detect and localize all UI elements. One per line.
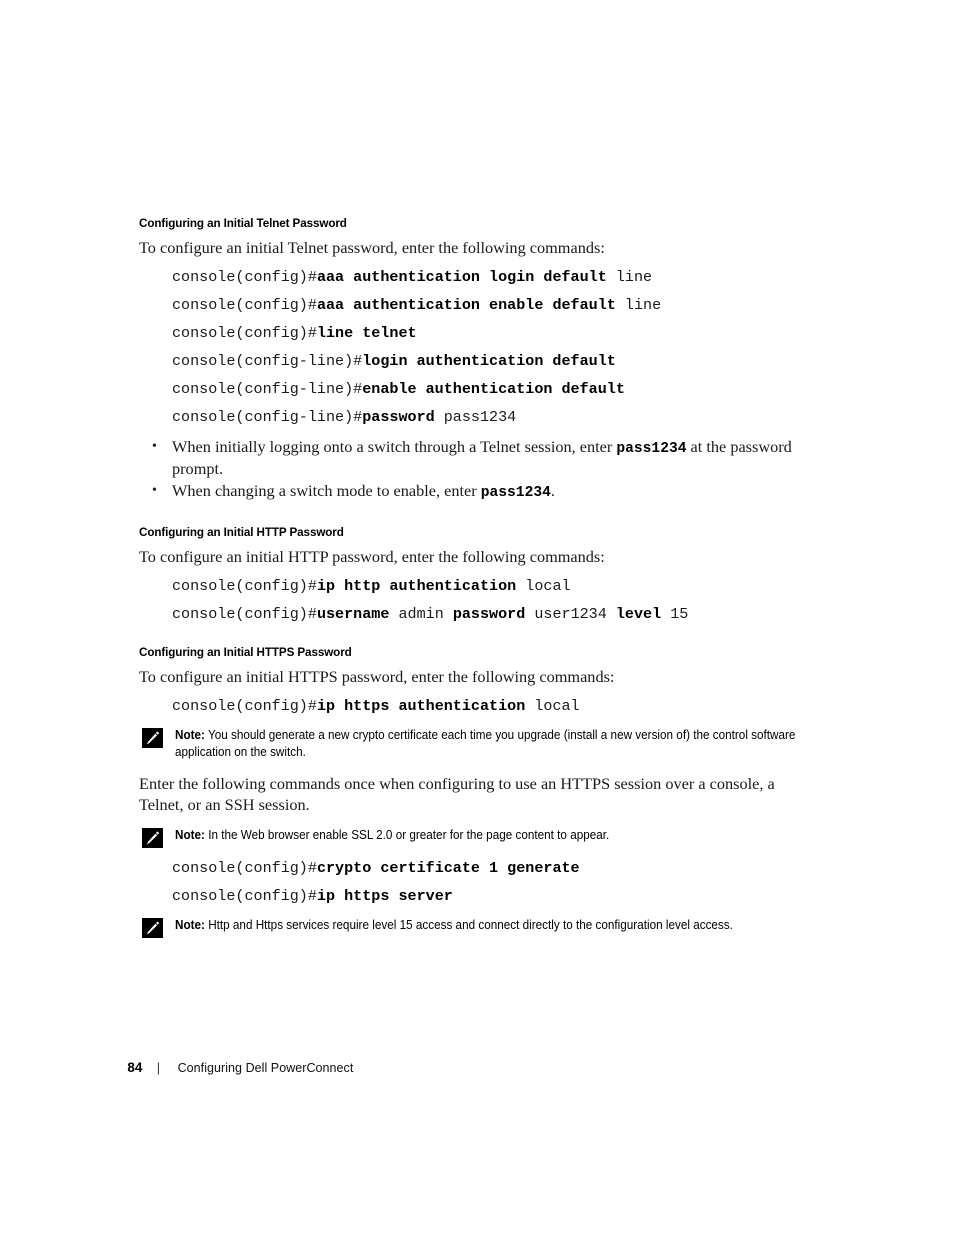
command-line: console(config)#aaa authentication enabl… bbox=[172, 297, 814, 314]
command-prompt: console(config)# bbox=[172, 577, 317, 595]
command-prompt: console(config)# bbox=[172, 859, 317, 877]
telnet-bullet-list: • When initially logging onto a switch th… bbox=[139, 437, 814, 503]
section-heading-http: Configuring an Initial HTTP Password bbox=[139, 525, 344, 539]
page-content: Configuring an Initial Telnet Password T… bbox=[139, 216, 814, 939]
bullet-inline-code: pass1234 bbox=[616, 441, 687, 457]
command-prompt: console(config)# bbox=[172, 887, 317, 905]
command-keyword: line telnet bbox=[316, 324, 417, 342]
note-pencil-icon bbox=[142, 728, 163, 748]
note-body: You should generate a new crypto certifi… bbox=[175, 728, 796, 759]
section-https: Configuring an Initial HTTPS Password To… bbox=[139, 645, 814, 715]
command-prompt: console(config)# bbox=[172, 697, 317, 715]
note-pencil-icon bbox=[142, 828, 163, 848]
command-argument: admin bbox=[389, 605, 453, 623]
command-keyword: ip https server bbox=[316, 887, 453, 905]
command-keyword: ip https authentication bbox=[316, 697, 526, 715]
page-footer: 84 | Configuring Dell PowerConnect bbox=[127, 1060, 359, 1076]
section-intro-https: To configure an initial HTTPS password, … bbox=[139, 667, 615, 686]
command-line: console(config)#line telnet bbox=[172, 325, 814, 342]
note-label: Note: bbox=[175, 728, 205, 742]
command-keyword: login authentication default bbox=[362, 352, 616, 370]
bullet-icon: • bbox=[152, 439, 157, 454]
section-intro-telnet: To configure an initial Telnet password,… bbox=[139, 238, 605, 257]
command-prompt: console(config)# bbox=[172, 605, 317, 623]
https-session-paragraph: Enter the following commands once when c… bbox=[139, 774, 775, 814]
note-text: Note: In the Web browser enable SSL 2.0 … bbox=[175, 827, 811, 844]
command-line: console(config)#ip https authentication … bbox=[172, 698, 814, 715]
bullet-text-pre: When changing a switch mode to enable, e… bbox=[172, 481, 481, 500]
list-item: • When changing a switch mode to enable, … bbox=[139, 481, 814, 503]
command-argument: line bbox=[606, 268, 653, 286]
note-body: In the Web browser enable SSL 2.0 or gre… bbox=[204, 828, 610, 842]
document-page: Configuring an Initial Telnet Password T… bbox=[0, 0, 954, 1235]
note-text: Note: You should generate a new crypto c… bbox=[175, 727, 811, 760]
command-argument: line bbox=[615, 296, 662, 314]
command-prompt: console(config-line)# bbox=[172, 408, 363, 426]
note-label: Note: bbox=[175, 918, 205, 932]
command-keyword: username bbox=[316, 605, 390, 623]
note-callout: Note: Http and Https services require le… bbox=[139, 917, 814, 939]
command-line: console(config)#username admin password … bbox=[172, 606, 814, 623]
note-callout: Note: You should generate a new crypto c… bbox=[139, 727, 814, 760]
page-number: 84 bbox=[127, 1060, 143, 1076]
command-line: console(config-line)#login authenticatio… bbox=[172, 353, 814, 370]
command-argument: 15 bbox=[661, 605, 689, 623]
command-line: console(config)#ip http authentication l… bbox=[172, 578, 814, 595]
command-line: console(config)#aaa authentication login… bbox=[172, 269, 814, 286]
command-keyword: aaa authentication enable default bbox=[316, 296, 616, 314]
command-keyword: ip http authentication bbox=[316, 577, 517, 595]
command-prompt: console(config)# bbox=[172, 268, 317, 286]
command-keyword: aaa authentication login default bbox=[316, 268, 607, 286]
note-body: Http and Https services require level 15… bbox=[204, 918, 733, 932]
footer-chapter-title: Configuring Dell PowerConnect bbox=[177, 1060, 354, 1075]
bullet-text-post: . bbox=[550, 481, 555, 500]
list-item: • When initially logging onto a switch th… bbox=[139, 437, 814, 479]
command-argument: local bbox=[516, 577, 571, 595]
note-callout: Note: In the Web browser enable SSL 2.0 … bbox=[139, 827, 814, 849]
section-heading-telnet: Configuring an Initial Telnet Password bbox=[139, 216, 347, 230]
command-line: console(config)#crypto certificate 1 gen… bbox=[172, 860, 814, 877]
command-prompt: console(config-line)# bbox=[172, 380, 363, 398]
command-argument: user1234 bbox=[525, 605, 616, 623]
command-argument: pass1234 bbox=[434, 408, 517, 426]
command-prompt: console(config-line)# bbox=[172, 352, 363, 370]
note-text: Note: Http and Https services require le… bbox=[175, 917, 811, 934]
command-keyword: crypto certificate 1 generate bbox=[316, 859, 580, 877]
command-keyword: password bbox=[452, 605, 526, 623]
command-keyword: enable authentication default bbox=[362, 380, 625, 398]
bullet-text-pre: When initially logging onto a switch thr… bbox=[172, 437, 617, 456]
footer-separator: | bbox=[156, 1060, 161, 1075]
bullet-icon: • bbox=[152, 483, 157, 498]
bullet-inline-code: pass1234 bbox=[480, 485, 551, 501]
section-http: Configuring an Initial HTTP Password To … bbox=[139, 525, 814, 623]
command-line: console(config-line)#password pass1234 bbox=[172, 409, 814, 426]
note-label: Note: bbox=[175, 828, 205, 842]
section-telnet: Configuring an Initial Telnet Password T… bbox=[139, 216, 814, 503]
section-intro-http: To configure an initial HTTP password, e… bbox=[139, 547, 605, 566]
command-keyword: level bbox=[615, 605, 662, 623]
note-pencil-icon bbox=[142, 918, 163, 938]
command-prompt: console(config)# bbox=[172, 296, 317, 314]
command-line: console(config)#ip https server bbox=[172, 888, 814, 905]
section-heading-https: Configuring an Initial HTTPS Password bbox=[139, 645, 352, 659]
command-keyword: password bbox=[362, 408, 435, 426]
command-argument: local bbox=[525, 697, 580, 715]
command-prompt: console(config)# bbox=[172, 324, 317, 342]
command-line: console(config-line)#enable authenticati… bbox=[172, 381, 814, 398]
